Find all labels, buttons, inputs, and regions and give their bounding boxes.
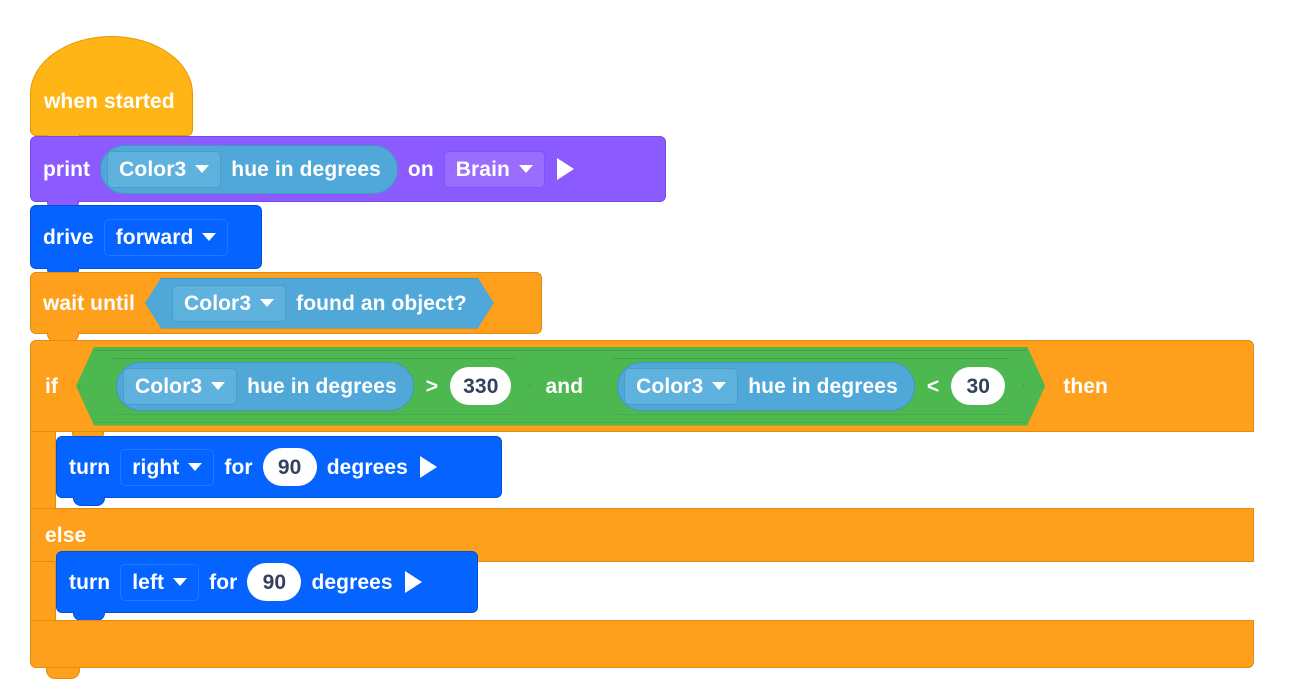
hue-in-degrees-label: hue in degrees bbox=[247, 374, 397, 398]
and-operator-label: and bbox=[545, 374, 584, 398]
if-branch-spine bbox=[30, 432, 56, 508]
hue-greater-than-boolean[interactable]: Color3 hue in degrees > 330 bbox=[94, 355, 533, 418]
chevron-down-icon bbox=[712, 382, 726, 390]
chevron-down-icon bbox=[202, 233, 217, 241]
block-workspace[interactable]: when started print Color3 hue in degrees… bbox=[0, 0, 1298, 700]
color3-hue-reporter[interactable]: Color3 hue in degrees bbox=[617, 362, 915, 411]
drive-direction-dropdown[interactable]: forward bbox=[103, 218, 229, 256]
turn-degrees-input[interactable]: 90 bbox=[247, 563, 302, 601]
hue-lower-threshold-input[interactable]: 30 bbox=[951, 367, 1005, 405]
turn-units-label: degrees bbox=[326, 455, 408, 479]
chevron-down-icon bbox=[188, 463, 203, 471]
turn-right-block[interactable]: turn right for 90 degrees bbox=[56, 436, 502, 506]
color3-hue-reporter[interactable]: Color3 hue in degrees bbox=[100, 144, 398, 194]
print-on-label: on bbox=[407, 157, 434, 181]
hue-lower-threshold-value: 30 bbox=[966, 374, 991, 398]
then-label: then bbox=[1063, 374, 1108, 398]
color3-device-label: Color3 bbox=[135, 374, 203, 398]
color3-device-label: Color3 bbox=[119, 157, 187, 181]
turn-direction-label: right bbox=[132, 455, 180, 479]
play-arrow-icon[interactable] bbox=[419, 456, 437, 478]
print-target-dropdown[interactable]: Brain bbox=[443, 150, 545, 188]
and-operator-boolean[interactable]: Color3 hue in degrees > 330 and Color3 h… bbox=[76, 347, 1045, 426]
play-arrow-icon[interactable] bbox=[556, 158, 574, 180]
when-started-label: when started bbox=[44, 90, 175, 113]
if-block-bottom-notch bbox=[46, 668, 80, 679]
drive-block[interactable]: drive forward bbox=[30, 205, 262, 277]
chevron-down-icon bbox=[211, 382, 225, 390]
greater-than-operator-label: > bbox=[425, 374, 439, 398]
chevron-down-icon bbox=[173, 578, 188, 586]
hue-upper-threshold-input[interactable]: 330 bbox=[450, 367, 511, 405]
chevron-down-icon bbox=[195, 165, 210, 173]
color3-device-label: Color3 bbox=[636, 374, 704, 398]
color3-device-dropdown[interactable]: Color3 bbox=[172, 285, 286, 322]
turn-direction-dropdown[interactable]: right bbox=[120, 448, 215, 486]
turn-left-block[interactable]: turn left for 90 degrees bbox=[56, 551, 478, 621]
hue-in-degrees-label: hue in degrees bbox=[231, 157, 381, 181]
turn-direction-dropdown[interactable]: left bbox=[120, 563, 200, 601]
hue-less-than-boolean[interactable]: Color3 hue in degrees < 30 bbox=[595, 355, 1027, 418]
if-else-block[interactable]: if Color3 hue in degrees > 330 and Color… bbox=[30, 340, 1254, 679]
turn-right-block-notch bbox=[73, 496, 105, 506]
color3-found-object-boolean[interactable]: Color3 found an object? bbox=[145, 278, 494, 329]
wait-until-block[interactable]: wait until Color3 found an object? bbox=[30, 272, 542, 342]
color3-device-dropdown[interactable]: Color3 bbox=[123, 368, 237, 405]
turn-direction-label: left bbox=[132, 570, 165, 594]
print-block[interactable]: print Color3 hue in degrees on Brain bbox=[30, 136, 666, 210]
wait-until-command-label: wait until bbox=[43, 291, 135, 315]
play-arrow-icon[interactable] bbox=[404, 571, 422, 593]
color3-device-label: Color3 bbox=[184, 291, 252, 315]
print-target-label: Brain bbox=[455, 157, 510, 181]
color3-device-dropdown[interactable]: Color3 bbox=[624, 368, 738, 405]
turn-for-label: for bbox=[224, 455, 253, 479]
if-block-footer bbox=[30, 620, 1254, 668]
print-command-label: print bbox=[43, 157, 91, 181]
if-label: if bbox=[45, 374, 59, 398]
color3-device-dropdown[interactable]: Color3 bbox=[107, 150, 222, 188]
found-an-object-label: found an object? bbox=[296, 291, 467, 315]
drive-command-label: drive bbox=[43, 225, 94, 249]
color3-hue-reporter[interactable]: Color3 hue in degrees bbox=[116, 362, 414, 411]
turn-units-label: degrees bbox=[311, 570, 393, 594]
turn-degrees-value: 90 bbox=[262, 570, 287, 594]
less-than-operator-label: < bbox=[926, 374, 940, 398]
if-block-header[interactable]: if Color3 hue in degrees > 330 and Color… bbox=[30, 340, 1254, 432]
hue-in-degrees-label: hue in degrees bbox=[748, 374, 898, 398]
turn-command-label: turn bbox=[69, 455, 111, 479]
else-label: else bbox=[45, 523, 87, 547]
turn-degrees-value: 90 bbox=[277, 455, 302, 479]
turn-command-label: turn bbox=[69, 570, 111, 594]
drive-direction-label: forward bbox=[115, 225, 194, 249]
turn-degrees-input[interactable]: 90 bbox=[262, 448, 317, 486]
chevron-down-icon bbox=[518, 165, 533, 173]
turn-for-label: for bbox=[209, 570, 238, 594]
chevron-down-icon bbox=[260, 299, 274, 307]
hue-upper-threshold-value: 330 bbox=[463, 374, 499, 398]
when-started-hat-block[interactable]: when started bbox=[30, 36, 193, 145]
hat-block-body bbox=[30, 36, 193, 136]
